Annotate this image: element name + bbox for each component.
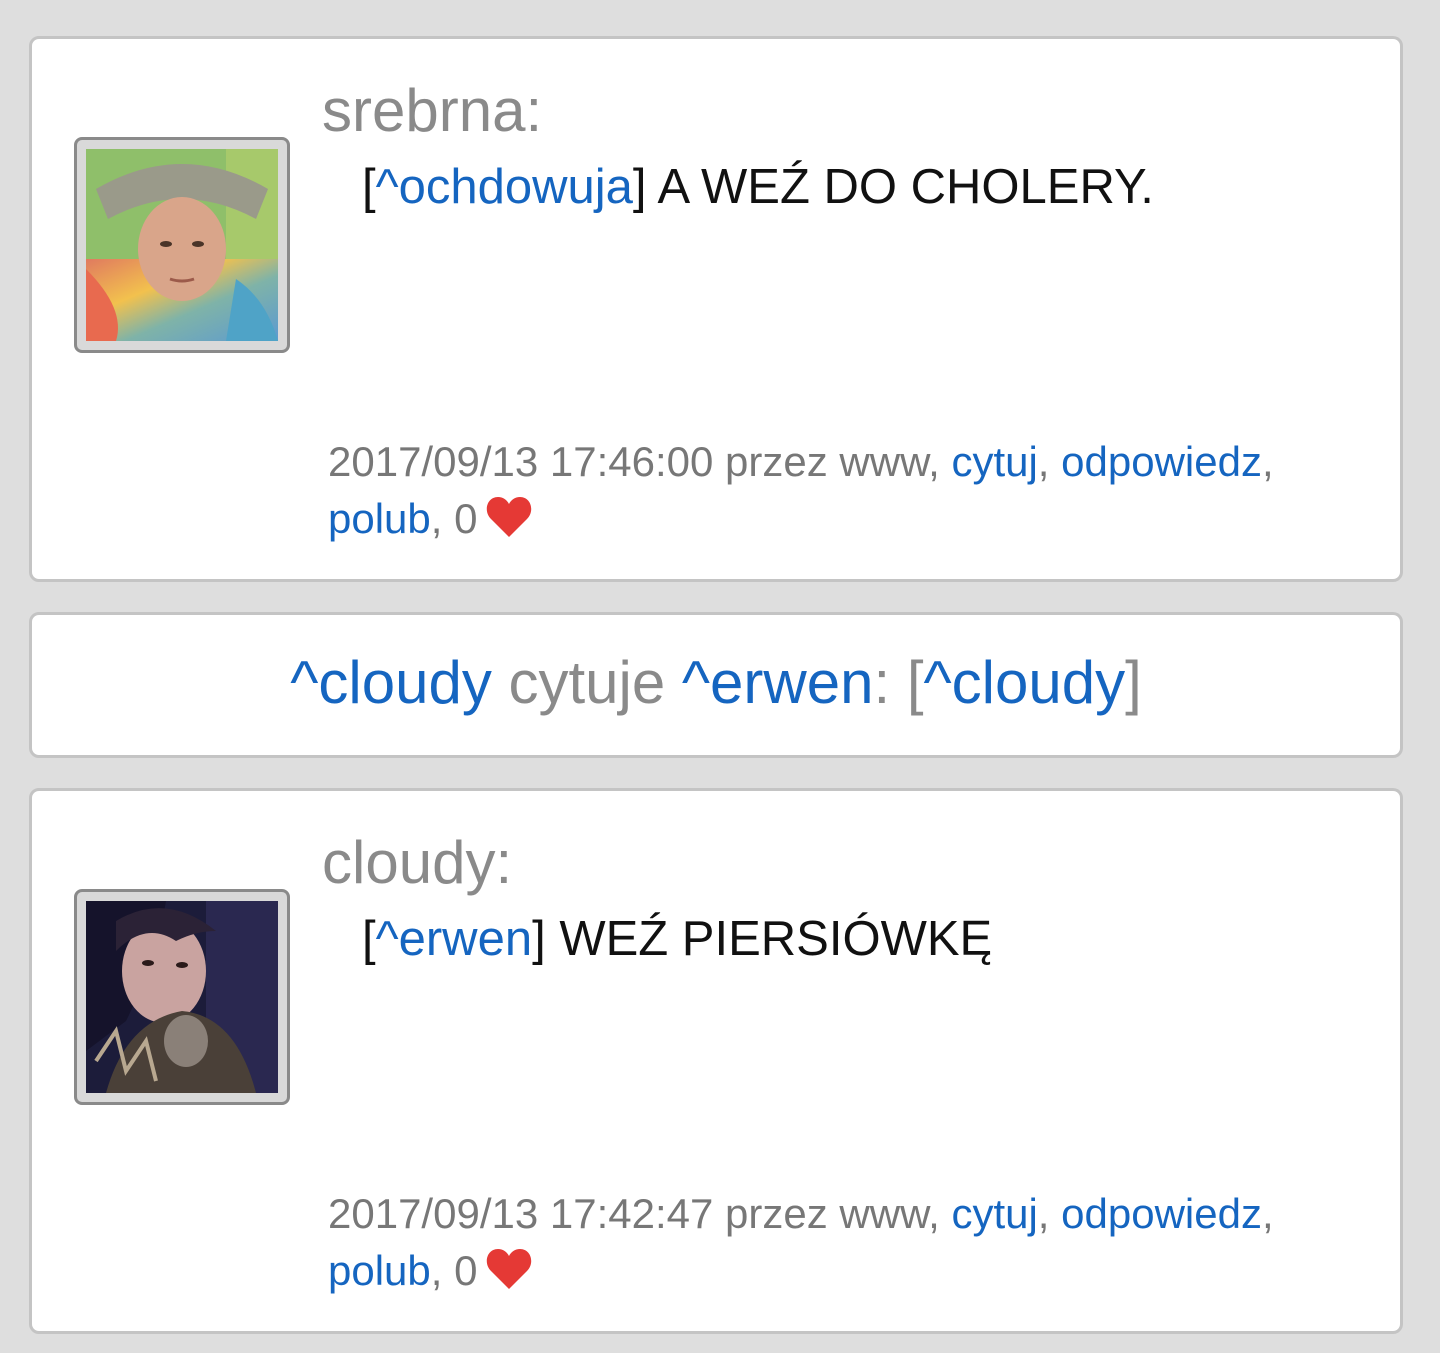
- bracket: ]: [532, 912, 546, 966]
- like-link[interactable]: polub: [328, 495, 431, 542]
- post-meta: 2017/09/13 17:42:47 przez www, cytuj, od…: [328, 1190, 1274, 1294]
- avatar[interactable]: [74, 137, 290, 353]
- post-via: przez www,: [725, 438, 940, 485]
- quote-colon: : [: [873, 649, 924, 716]
- avatar-image: [86, 901, 278, 1093]
- heart-icon: [487, 1249, 532, 1289]
- reply-link[interactable]: odpowiedz: [1061, 1190, 1262, 1237]
- avatar-image: [86, 149, 278, 341]
- mention-link[interactable]: ^ochdowuja: [376, 160, 633, 214]
- quote-user-link[interactable]: ^cloudy: [290, 649, 492, 716]
- quote-close: ]: [1125, 649, 1142, 716]
- quote-ref-link[interactable]: ^cloudy: [924, 649, 1126, 716]
- like-count: 0: [454, 495, 478, 542]
- post-datetime: 2017/09/13 17:42:47: [328, 1190, 714, 1237]
- bracket: ]: [632, 160, 647, 214]
- post-author: cloudy:: [322, 829, 513, 896]
- cite-link[interactable]: cytuj: [951, 438, 1037, 485]
- quote-target-link[interactable]: ^erwen: [682, 649, 874, 716]
- bracket: [: [362, 912, 376, 966]
- quote-card: ^cloudy cytuje ^erwen: [^cloudy]: [29, 612, 1403, 758]
- bracket: [: [362, 160, 376, 214]
- heart-icon: [487, 497, 532, 537]
- message-text: A WEŹ DO CHOLERY.: [646, 160, 1154, 214]
- post-datetime: 2017/09/13 17:46:00: [328, 438, 714, 485]
- like-link[interactable]: polub: [328, 1247, 431, 1294]
- post-author: srebrna:: [322, 77, 543, 144]
- avatar[interactable]: [74, 889, 290, 1105]
- post-card: srebrna: [^ochdowuja] A WEŹ DO CHOLERY. …: [29, 36, 1403, 582]
- mention-link[interactable]: ^erwen: [376, 912, 532, 966]
- post-message: [^erwen] WEŹ PIERSIÓWKĘ: [362, 915, 992, 964]
- like-count: 0: [454, 1247, 478, 1294]
- post-meta: 2017/09/13 17:46:00 przez www, cytuj, od…: [328, 438, 1274, 542]
- post-via: przez www,: [725, 1190, 940, 1237]
- cite-link[interactable]: cytuj: [951, 1190, 1037, 1237]
- reply-link[interactable]: odpowiedz: [1061, 438, 1262, 485]
- quote-verb: cytuje: [491, 649, 682, 716]
- post-card: cloudy: [^erwen] WEŹ PIERSIÓWKĘ 2017/09/…: [29, 788, 1403, 1334]
- message-text: WEŹ PIERSIÓWKĘ: [545, 912, 993, 966]
- quote-line: ^cloudy cytuje ^erwen: [^cloudy]: [32, 653, 1400, 713]
- post-message: [^ochdowuja] A WEŹ DO CHOLERY.: [362, 163, 1154, 212]
